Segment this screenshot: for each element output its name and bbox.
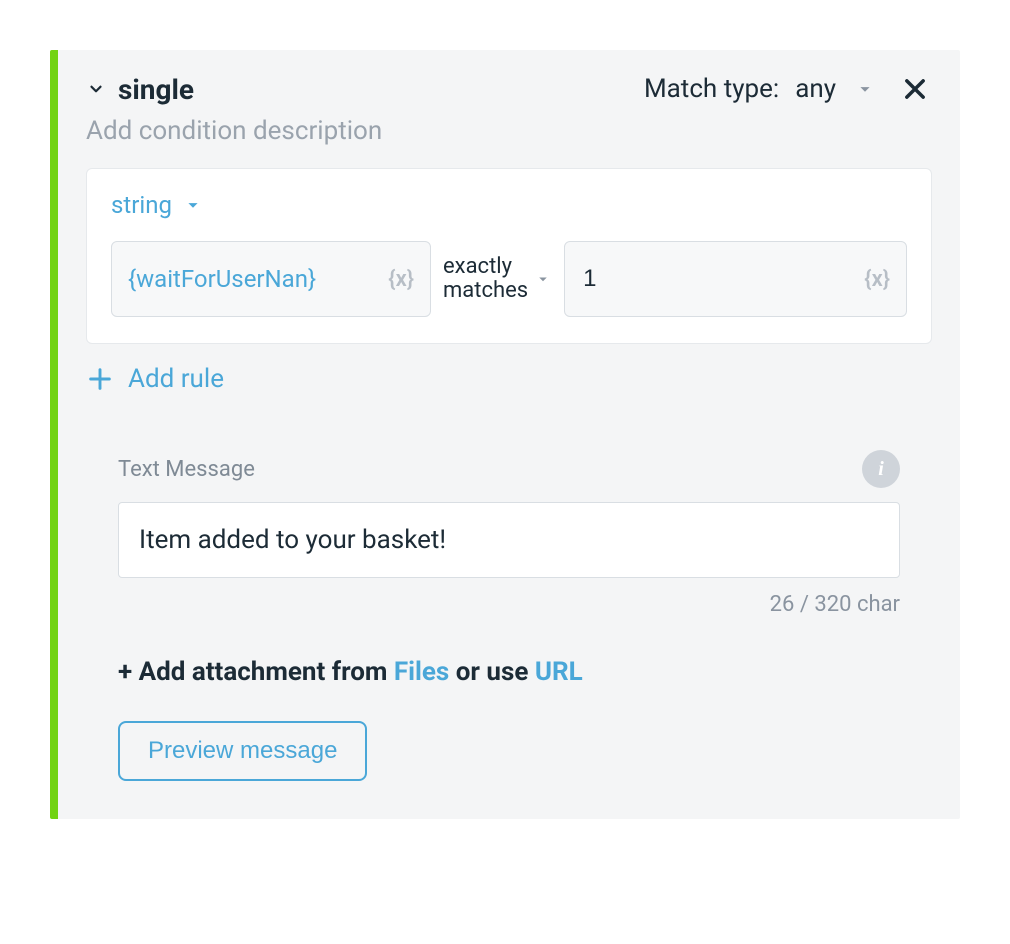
condition-title: single — [118, 73, 194, 106]
text-message-input[interactable]: Item added to your basket! — [118, 502, 900, 578]
rule-type-label: string — [111, 191, 172, 219]
variable-picker-icon[interactable]: {x} — [388, 267, 414, 292]
operator-line1: exactly — [443, 255, 528, 279]
plus-icon — [86, 365, 114, 393]
add-rule-label: Add rule — [128, 364, 224, 394]
left-operand-variable: {waitForUserNan} — [128, 265, 316, 293]
match-type-caret-icon[interactable] — [854, 78, 876, 100]
attach-files-link[interactable]: Files — [394, 657, 449, 687]
variable-picker-icon[interactable]: {x} — [864, 267, 890, 292]
right-operand-value[interactable] — [581, 264, 864, 294]
right-operand-input[interactable]: {x} — [564, 241, 907, 317]
preview-message-button[interactable]: Preview message — [118, 721, 367, 781]
info-icon[interactable]: i — [862, 450, 900, 488]
condition-panel: single Match type: any Add condition des… — [50, 50, 960, 819]
panel-header: single Match type: any — [86, 72, 932, 106]
operator-select[interactable]: exactly matches — [443, 241, 552, 317]
attach-middle: or use — [449, 657, 535, 687]
match-type-value[interactable]: any — [795, 74, 836, 104]
caret-down-icon — [182, 194, 204, 216]
rule-operands: {waitForUserNan} {x} exactly matches {x} — [111, 241, 907, 317]
add-rule-button[interactable]: Add rule — [86, 364, 932, 394]
message-section: Text Message i Item added to your basket… — [86, 450, 932, 781]
rule-type-select[interactable]: string — [111, 191, 907, 219]
char-count: 26 / 320 char — [118, 592, 900, 617]
text-message-value: Item added to your basket! — [139, 525, 446, 555]
attach-url-link[interactable]: URL — [535, 657, 583, 687]
text-message-label: Text Message — [118, 457, 255, 482]
add-attachment-row: + Add attachment from Files or use URL — [118, 657, 900, 687]
caret-down-icon — [534, 270, 552, 288]
left-operand-input[interactable]: {waitForUserNan} {x} — [111, 241, 431, 317]
attach-prefix: + Add attachment from — [118, 657, 394, 687]
operator-line2: matches — [443, 279, 528, 303]
rule-card: string {waitForUserNan} {x} exactly matc… — [86, 168, 932, 344]
condition-description[interactable]: Add condition description — [86, 116, 932, 146]
collapse-icon[interactable] — [86, 79, 106, 99]
match-type-label: Match type: — [644, 74, 779, 104]
close-icon[interactable] — [898, 72, 932, 106]
